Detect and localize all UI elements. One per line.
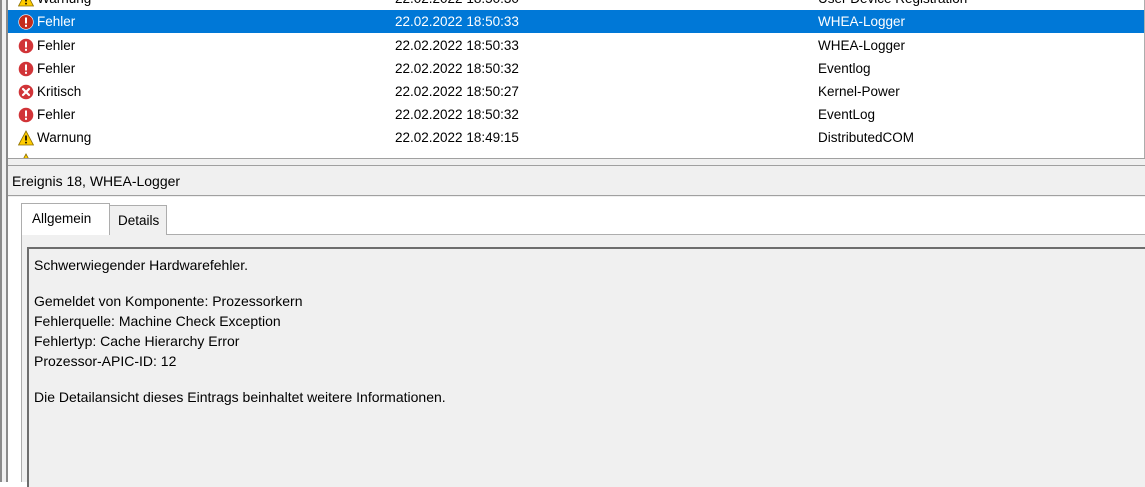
- message-line: Fehlertyp: Cache Hierarchy Error: [34, 333, 240, 349]
- pane-splitter[interactable]: [8, 158, 1145, 166]
- error-icon: [18, 61, 34, 77]
- event-date: 22.02.2022 18:50:33: [395, 38, 519, 53]
- event-date: 22.02.2022 18:50:27: [395, 84, 519, 99]
- event-source: EventLog: [818, 107, 876, 122]
- event-message-box[interactable]: Schwerwiegender Hardwarefehler. Gemeldet…: [27, 247, 1145, 487]
- event-source: WHEA-Logger: [818, 38, 906, 53]
- warning-icon: [18, 129, 34, 146]
- event-level: Warnung: [37, 130, 92, 145]
- event-level: Fehler: [37, 61, 76, 76]
- event-source: Eventlog: [818, 61, 871, 76]
- event-date: 22.02.2022 18:49:15: [395, 130, 519, 145]
- error-icon: [18, 38, 34, 54]
- event-date: 22.02.2022 18:50:33: [395, 14, 519, 29]
- event-row[interactable]: Fehler 22.02.2022 18:50:32 Eventlog: [8, 57, 1144, 80]
- warning-icon: [18, 0, 34, 7]
- event-row[interactable]: Fehler 22.02.2022 18:50:33 WHEA-Logger: [8, 34, 1144, 57]
- message-line: Fehlerquelle: Machine Check Exception: [34, 313, 281, 329]
- message-line: Die Detailansicht dieses Eintrags beinha…: [34, 389, 446, 405]
- event-source: WHEA-Logger: [818, 14, 906, 29]
- event-list[interactable]: Warnung 22.02.2022 18:50:30 User Device …: [8, 0, 1145, 158]
- critical-icon: [18, 84, 34, 100]
- event-row[interactable]: Warnung 22.02.2022 18:50:30 User Device …: [8, 0, 1144, 10]
- event-level: Fehler: [37, 107, 76, 122]
- event-source: User Device Registration: [818, 0, 967, 10]
- event-row[interactable]: [8, 149, 1144, 158]
- error-icon: [18, 13, 34, 30]
- event-source: Kernel-Power: [818, 84, 900, 99]
- tab-details[interactable]: Details: [109, 205, 167, 235]
- window-left-frame: [0, 0, 8, 482]
- event-source: DistributedCOM: [818, 130, 915, 145]
- event-row-selected[interactable]: Fehler 22.02.2022 18:50:33 WHEA-Logger: [8, 10, 1144, 33]
- tab-general[interactable]: Allgemein: [21, 203, 110, 235]
- details-title: Ereignis 18, WHEA-Logger: [8, 166, 1145, 196]
- message-line: Schwerwiegender Hardwarefehler.: [34, 257, 248, 273]
- message-line: Prozessor-APIC-ID: 12: [34, 353, 177, 369]
- event-level: Fehler: [37, 14, 76, 29]
- event-level: Kritisch: [37, 84, 82, 99]
- message-line: Gemeldet von Komponente: Prozessorkern: [34, 293, 303, 309]
- event-details-panel: Ereignis 18, WHEA-Logger Allgemein Detai…: [8, 166, 1145, 487]
- event-level: Warnung: [37, 0, 91, 10]
- event-row[interactable]: Kritisch 22.02.2022 18:50:27 Kernel-Powe…: [8, 80, 1144, 103]
- event-row[interactable]: Fehler 22.02.2022 18:50:32 EventLog: [8, 103, 1144, 126]
- event-date: 22.02.2022 18:50:30: [395, 0, 519, 10]
- event-row[interactable]: Warnung 22.02.2022 18:49:15 DistributedC…: [8, 126, 1144, 149]
- error-icon: [18, 107, 34, 123]
- event-level: Fehler: [37, 38, 76, 53]
- event-date: 22.02.2022 18:50:32: [395, 61, 519, 76]
- event-date: 22.02.2022 18:50:32: [395, 107, 519, 122]
- details-tabs-area: Allgemein Details Schwerwiegender Hardwa…: [8, 197, 1145, 487]
